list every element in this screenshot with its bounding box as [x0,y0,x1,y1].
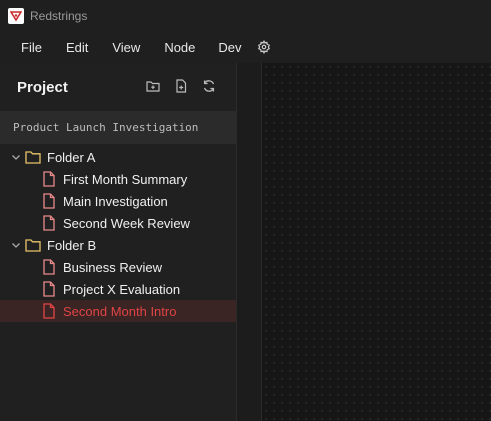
project-name: Product Launch Investigation [13,121,199,134]
app-title: Redstrings [30,8,88,23]
file-icon [43,303,55,319]
menu-node[interactable]: Node [164,40,195,55]
file-icon [43,281,55,297]
file-label: Main Investigation [63,193,168,209]
chevron-down-icon[interactable] [10,151,22,163]
graph-canvas[interactable] [262,63,491,421]
file-label: First Month Summary [63,171,188,187]
redstrings-logo-icon [8,7,24,24]
tree-file[interactable]: Second Week Review [0,212,236,234]
project-panel: Project Product Launch Investigation Fol… [0,63,237,421]
panel-divider[interactable] [237,63,262,421]
menu-view[interactable]: View [112,40,140,55]
tree-folder-b[interactable]: Folder B [0,234,236,256]
panel-header: Project [0,63,236,111]
file-label: Second Month Intro [63,303,177,319]
folder-label: Folder B [47,237,97,253]
menu-edit[interactable]: Edit [66,40,88,55]
file-icon [43,193,55,209]
file-icon [43,215,55,231]
tree-file[interactable]: First Month Summary [0,168,236,190]
folder-icon [25,239,41,252]
refresh-icon[interactable] [202,79,216,93]
panel-actions [146,79,216,93]
folder-label: Folder A [47,149,96,165]
chevron-down-icon[interactable] [10,239,22,251]
tree-file-selected[interactable]: Second Month Intro [0,300,236,322]
file-tree: Folder A First Month Summary Main Invest… [0,146,236,322]
new-file-icon[interactable] [174,79,188,93]
menu-file[interactable]: File [21,40,42,55]
file-label: Project X Evaluation [63,281,181,297]
file-label: Second Week Review [63,215,190,231]
tree-file[interactable]: Business Review [0,256,236,278]
panel-title: Project [17,78,68,96]
folder-icon [25,151,41,164]
title-bar: Redstrings [0,0,491,31]
project-name-bar[interactable]: Product Launch Investigation [0,111,236,144]
tree-folder-a[interactable]: Folder A [0,146,236,168]
menu-dev[interactable]: Dev [218,40,241,55]
menu-bar: File Edit View Node Dev [0,31,491,63]
gear-icon[interactable] [257,40,271,54]
file-label: Business Review [63,259,162,275]
tree-file[interactable]: Main Investigation [0,190,236,212]
file-icon [43,259,55,275]
new-folder-icon[interactable] [146,79,160,93]
file-icon [43,171,55,187]
tree-file[interactable]: Project X Evaluation [0,278,236,300]
